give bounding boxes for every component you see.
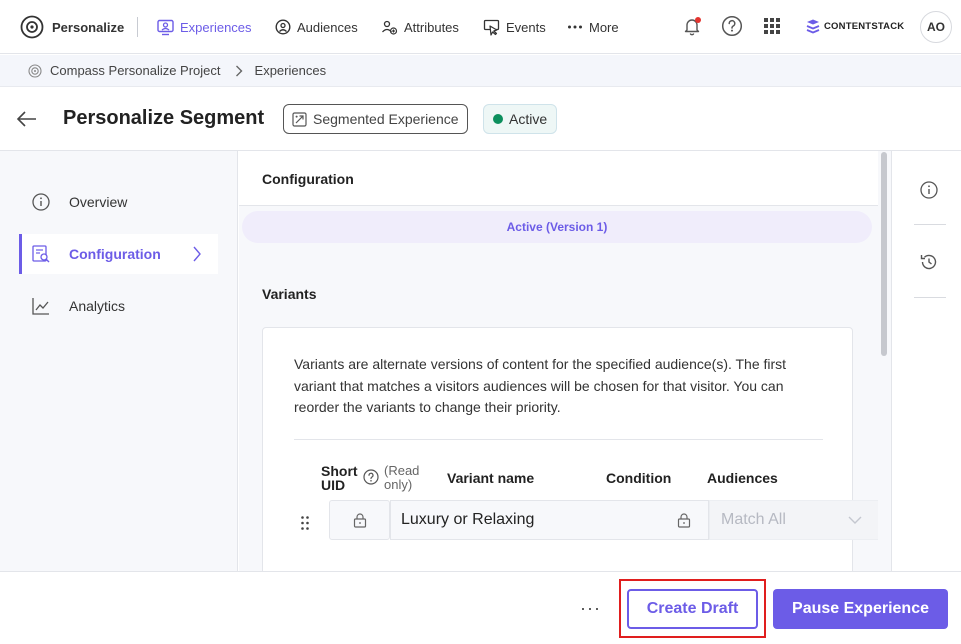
read-only-note: (Read only) bbox=[384, 464, 419, 492]
help-icon bbox=[721, 15, 743, 37]
sidebar-item-configuration[interactable]: Configuration bbox=[19, 234, 218, 274]
status-label: Active bbox=[509, 111, 548, 127]
nav-experiences[interactable]: Experiences bbox=[157, 16, 252, 38]
contentstack-mark-icon bbox=[806, 19, 820, 34]
contentstack-wordmark: CONTENTSTACK bbox=[824, 20, 905, 32]
variants-title: Variants bbox=[262, 286, 317, 302]
app-grid-icon bbox=[764, 18, 780, 34]
sidebar-item-label: Configuration bbox=[69, 246, 161, 262]
nav-divider bbox=[137, 17, 138, 37]
info-icon[interactable] bbox=[919, 180, 939, 200]
pause-experience-button[interactable]: Pause Experience bbox=[773, 589, 948, 629]
notification-dot bbox=[695, 17, 701, 23]
page-header: Personalize Segment Segmented Experience… bbox=[0, 88, 961, 151]
analytics-icon bbox=[32, 298, 49, 315]
configuration-header: Configuration bbox=[239, 151, 879, 206]
create-draft-button[interactable]: Create Draft bbox=[627, 589, 758, 629]
chevron-right-icon bbox=[235, 65, 243, 76]
variants-card: Variants are alternate versions of conte… bbox=[262, 327, 879, 571]
sidebar-item-analytics[interactable]: Analytics bbox=[19, 286, 218, 326]
contentstack-logo[interactable]: CONTENTSTACK bbox=[805, 18, 904, 34]
chevron-down-icon bbox=[848, 516, 862, 524]
chevron-right-icon bbox=[193, 246, 201, 262]
project-icon bbox=[28, 63, 42, 78]
personalize-logo-icon bbox=[20, 15, 44, 39]
configuration-panel: Configuration Active (Version 1) Variant… bbox=[239, 151, 891, 571]
short-uid-line: UID bbox=[321, 477, 346, 493]
short-uid-line: Short bbox=[321, 463, 358, 479]
attributes-icon bbox=[382, 20, 398, 35]
version-indicator[interactable]: Active (Version 1) bbox=[242, 211, 872, 243]
breadcrumb: Compass Personalize Project Experiences bbox=[0, 55, 961, 87]
variants-description: Variants are alternate versions of conte… bbox=[294, 356, 787, 415]
breadcrumb-project[interactable]: Compass Personalize Project bbox=[50, 63, 221, 78]
status-badge: Active bbox=[483, 104, 558, 134]
column-header-condition: Condition bbox=[606, 470, 672, 486]
read-only-line: (Read bbox=[384, 463, 420, 478]
sidebar: Overview Configuration Analytics bbox=[0, 151, 238, 571]
right-rail bbox=[891, 151, 961, 571]
app-switcher-button[interactable] bbox=[760, 14, 784, 38]
experience-type-badge: Segmented Experience bbox=[283, 104, 468, 134]
more-actions-button[interactable]: ··· bbox=[580, 598, 601, 619]
configuration-title: Configuration bbox=[262, 171, 354, 187]
sidebar-item-label: Analytics bbox=[69, 298, 126, 314]
brand[interactable]: Personalize bbox=[20, 14, 124, 40]
nav-label: Events bbox=[506, 19, 546, 35]
avatar[interactable]: AO bbox=[920, 11, 952, 43]
variant-name-value: Luxury or Relaxing bbox=[401, 511, 535, 528]
short-uid-field bbox=[329, 500, 390, 540]
nav-audiences[interactable]: Audiences bbox=[275, 16, 358, 38]
audiences-select[interactable]: Match All bbox=[709, 500, 879, 540]
nav-events[interactable]: Events bbox=[483, 16, 546, 38]
configuration-icon bbox=[32, 245, 50, 263]
nav-label: Attributes bbox=[404, 19, 459, 35]
experiences-icon bbox=[157, 19, 174, 35]
events-icon bbox=[483, 19, 500, 36]
status-dot bbox=[493, 114, 503, 124]
audiences-select-placeholder: Match All bbox=[721, 511, 786, 528]
top-nav: Personalize Experiences Audiences Attrib… bbox=[0, 0, 961, 54]
back-arrow-icon[interactable] bbox=[16, 108, 38, 130]
divider bbox=[914, 297, 946, 298]
footer-actions: ··· Create Draft Pause Experience bbox=[0, 571, 961, 644]
drag-handle-icon[interactable] bbox=[300, 515, 310, 531]
help-icon[interactable] bbox=[363, 469, 379, 485]
variant-name-field[interactable]: Luxury or Relaxing bbox=[390, 500, 709, 540]
read-only-line: only) bbox=[384, 477, 413, 492]
notifications-button[interactable] bbox=[680, 14, 704, 38]
column-header-audiences: Audiences bbox=[707, 470, 778, 486]
lock-icon bbox=[677, 513, 691, 528]
segmented-experience-icon bbox=[292, 111, 307, 127]
nav-label: More bbox=[589, 19, 619, 35]
nav-more[interactable]: More bbox=[567, 16, 619, 38]
experience-type-label: Segmented Experience bbox=[313, 111, 459, 127]
app-name: Personalize bbox=[52, 19, 125, 35]
divider bbox=[914, 224, 946, 225]
audiences-icon bbox=[275, 19, 291, 35]
page-title: Personalize Segment bbox=[63, 107, 265, 129]
nav-label: Audiences bbox=[297, 19, 358, 35]
nav-label: Experiences bbox=[180, 19, 252, 35]
divider bbox=[294, 439, 823, 440]
sidebar-item-overview[interactable]: Overview bbox=[19, 182, 218, 222]
lock-icon bbox=[353, 513, 366, 528]
info-icon bbox=[32, 193, 50, 211]
nav-attributes[interactable]: Attributes bbox=[381, 16, 459, 38]
breadcrumb-current[interactable]: Experiences bbox=[255, 63, 327, 78]
more-dots-icon bbox=[568, 25, 582, 29]
help-button[interactable] bbox=[720, 14, 744, 38]
scrollbar-thumb[interactable] bbox=[881, 152, 887, 356]
history-icon[interactable] bbox=[919, 252, 939, 272]
column-header-short-uid: Short UID bbox=[321, 464, 358, 492]
column-header-variant-name: Variant name bbox=[447, 470, 535, 486]
sidebar-item-label: Overview bbox=[69, 194, 128, 210]
